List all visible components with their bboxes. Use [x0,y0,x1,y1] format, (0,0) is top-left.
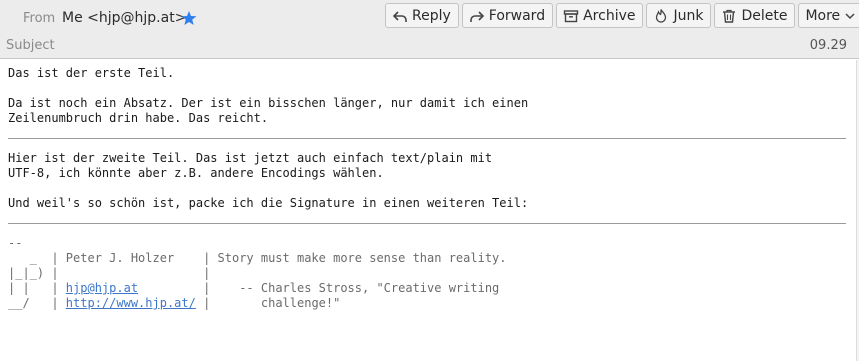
delete-label: Delete [741,7,788,24]
junk-flame-icon [656,8,667,23]
part-separator [8,223,846,224]
more-label: More [805,7,841,24]
signature-line: _ | Peter J. Holzer | Story must make mo… [8,251,507,265]
body-text-line: Das ist der erste Teil. [8,66,175,80]
reply-icon [392,10,407,22]
forward-label: Forward [488,7,546,24]
message-toolbar: Reply Forward Archive Junk Delete More [385,3,859,28]
signature-text: __/ | [8,296,66,310]
trash-icon [723,9,736,23]
email-link[interactable]: hjp@hjp.at [66,281,138,295]
subject-label: Subject [6,38,55,53]
signature-text: | challenge!" [195,296,341,310]
forward-icon [469,10,484,22]
signature-line: __/ | http://www.hjp.at/ | challenge!" [8,296,848,311]
signature: -- _ | Peter J. Holzer | Story must make… [8,236,848,311]
delete-button[interactable]: Delete [714,3,796,28]
archive-button[interactable]: Archive [556,3,644,28]
archive-label: Archive [583,7,636,24]
website-link[interactable]: http://www.hjp.at/ [66,296,196,310]
archive-icon [563,9,579,22]
signature-dashes: -- [8,236,23,250]
star-icon[interactable] [181,10,197,26]
body-text-line: UTF-8, ich könnte aber z.B. andere Encod… [8,166,384,180]
chevron-down-icon [845,12,855,19]
body-text-line: Hier ist der zweite Teil. Das ist jetzt … [8,151,493,165]
from-address[interactable]: Me <hjp@hjp.at> [62,10,186,26]
reply-button[interactable]: Reply [385,3,459,28]
junk-button[interactable]: Junk [646,3,712,28]
reply-label: Reply [412,7,451,24]
signature-text: | | | [8,281,66,295]
signature-text: | -- Charles Stross, "Creative writing [138,281,500,295]
from-label: From [23,11,56,26]
message-body: Das ist der erste Teil. Da ist noch ein … [8,66,848,311]
junk-label: Junk [673,7,704,24]
message-date: 09.29 [809,38,847,53]
signature-line: |_|_) | | [8,266,211,280]
part-separator [8,138,846,139]
forward-button[interactable]: Forward [461,3,554,28]
signature-line: | | | hjp@hjp.at | -- Charles Stross, "C… [8,281,848,296]
more-button[interactable]: More [798,3,859,28]
message-header: From Me <hjp@hjp.at> Reply Forward Archi… [0,0,859,59]
body-text-line: Da ist noch ein Absatz. Der ist ein biss… [8,96,529,110]
body-text-line: Zeilenumbruch drin habe. Das reicht. [8,111,269,125]
body-text-line: Und weil's so schön ist, packe ich die S… [8,196,529,210]
